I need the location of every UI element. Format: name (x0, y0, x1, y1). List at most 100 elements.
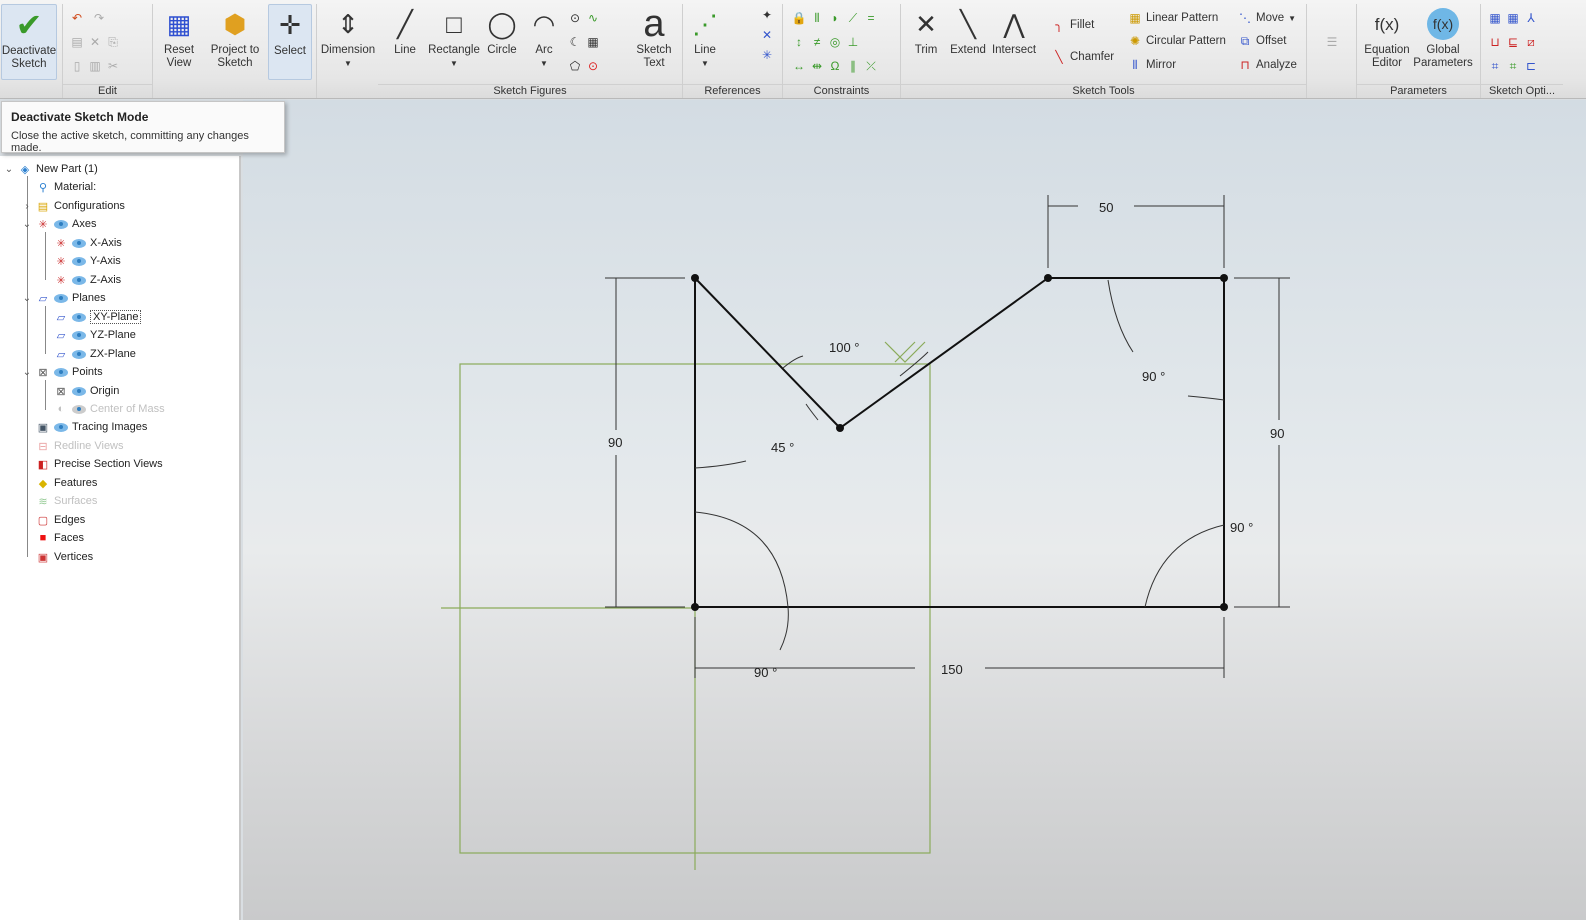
tree-node-edges[interactable]: ▢ Edges (36, 511, 85, 529)
symmetric-icon[interactable]: ⫴ (810, 11, 824, 25)
copy2-icon[interactable]: ▯ (70, 59, 84, 73)
visibility-eye-icon[interactable] (72, 404, 86, 414)
chevron-down-icon[interactable]: ⌄ (22, 219, 32, 230)
cut-icon[interactable]: ✂ (106, 59, 120, 73)
intersect-button[interactable]: ⋀ Intersect (990, 4, 1038, 80)
linear-pattern-button[interactable]: ▦ Linear Pattern (1128, 8, 1218, 28)
sketch-settings-button[interactable]: ☰ (1325, 32, 1339, 52)
copy-icon[interactable]: ⎘ (106, 35, 120, 49)
option-d-icon[interactable]: ⌗ (1488, 59, 1502, 73)
global-parameters-button[interactable]: f(x) Global Parameters (1413, 4, 1473, 80)
tree-node-center-of-mass[interactable]: ◐ Center of Mass (54, 400, 165, 418)
chamfer-button[interactable]: ╲ Chamfer (1052, 47, 1114, 67)
option-a-icon[interactable]: ⊔ (1488, 35, 1502, 49)
visibility-eye-icon[interactable] (72, 312, 86, 322)
spline-icon[interactable]: ∿ (586, 11, 600, 25)
slot-icon[interactable]: ▦ (586, 35, 600, 49)
coincident-icon[interactable]: ⤫ (864, 59, 878, 73)
chevron-right-icon[interactable]: › (22, 201, 32, 212)
tree-node-x-axis[interactable]: ✳ X-Axis (54, 234, 121, 252)
tree-node-precise-section-views[interactable]: ◧ Precise Section Views (36, 455, 163, 473)
mirror-button[interactable]: ⫴ Mirror (1128, 55, 1176, 75)
tree-node-axes[interactable]: ⌄ ✳ Axes (22, 215, 97, 233)
visibility-eye-icon[interactable] (72, 330, 86, 340)
visibility-eye-icon[interactable] (72, 256, 86, 266)
tree-node-vertices[interactable]: ▣ Vertices (36, 548, 93, 566)
parallel-lines-icon[interactable]: ∥ (846, 59, 860, 73)
clipboard-icon[interactable]: ▥ (88, 59, 102, 73)
tree-node-zx-plane[interactable]: ▱ ZX-Plane (54, 345, 136, 363)
grid-option-icon[interactable]: ▦ (1488, 11, 1502, 25)
undo-button[interactable]: ↶ (70, 8, 84, 28)
tree-node-redline-views[interactable]: ⊟ Redline Views (36, 437, 123, 455)
parallel-icon[interactable]: ≠ (810, 35, 824, 49)
visibility-eye-icon[interactable] (54, 219, 68, 229)
project-to-sketch-button[interactable]: ⬢ Project to Sketch (207, 4, 263, 80)
concentric-icon[interactable]: ◎ (828, 35, 842, 49)
collinear-icon[interactable]: ⟋ (846, 11, 860, 25)
option-c-icon[interactable]: ⧄ (1524, 35, 1538, 49)
horizontal-icon[interactable]: ↔ (792, 59, 806, 73)
snap-grid-icon[interactable]: ▦ (1506, 11, 1520, 25)
circle-button[interactable]: ◯ Circle (482, 4, 522, 80)
sketch-text-button[interactable]: a Sketch Text (630, 4, 678, 80)
chevron-down-icon[interactable]: ⌄ (22, 293, 32, 304)
snap-icon[interactable]: ⅄ (1524, 11, 1538, 25)
visibility-eye-icon[interactable] (72, 238, 86, 248)
reset-view-button[interactable]: ▦ Reset View (155, 4, 203, 80)
visibility-eye-icon[interactable] (72, 349, 86, 359)
tree-node-faces[interactable]: ■ Faces (36, 529, 84, 547)
offset-button[interactable]: ⧉ Offset (1238, 31, 1287, 51)
option-e-icon[interactable]: ⌗ (1506, 59, 1520, 73)
fillet-button[interactable]: ╮ Fillet (1052, 15, 1094, 35)
ref-x-icon[interactable]: ✕ (760, 28, 774, 42)
vertical-icon[interactable]: ↕ (792, 35, 806, 49)
ellipse-arc-icon[interactable]: ☾ (568, 35, 582, 49)
equation-editor-button[interactable]: f(x) Equation Editor (1362, 4, 1412, 80)
redo-button[interactable]: ↷ (92, 8, 106, 28)
delete-icon[interactable]: ✕ (88, 35, 102, 49)
tree-node-configurations[interactable]: › ▤ Configurations (22, 197, 125, 215)
tree-node-origin[interactable]: ⊠ Origin (54, 382, 119, 400)
tree-node-root[interactable]: ⌄ ◈ New Part (1) (4, 160, 98, 178)
chevron-down-icon[interactable]: ⌄ (4, 164, 14, 175)
tree-node-material[interactable]: ⚲ Material: (36, 178, 96, 196)
polygon-icon[interactable]: ⬠ (568, 59, 582, 73)
tree-node-features[interactable]: ◆ Features (36, 474, 98, 492)
deactivate-sketch-button[interactable]: ✔ Deactivate Sketch (1, 4, 57, 80)
tree-node-z-axis[interactable]: ✳ Z-Axis (54, 271, 121, 289)
equal-icon[interactable]: = (864, 11, 878, 25)
sketch-canvas[interactable] (243, 100, 1586, 920)
visibility-eye-icon[interactable] (72, 386, 86, 396)
trim-button[interactable]: ✕ Trim (906, 4, 946, 80)
radius-icon[interactable]: Ω (828, 59, 842, 73)
tree-node-planes[interactable]: ⌄ ▱ Planes (22, 289, 106, 307)
option-f-icon[interactable]: ⊏ (1524, 59, 1538, 73)
tree-node-surfaces[interactable]: ≋ Surfaces (36, 492, 97, 510)
ref-cross-icon[interactable]: ✳ (760, 48, 774, 62)
chevron-down-icon[interactable]: ⌄ (22, 367, 32, 378)
reference-line-button[interactable]: ⋰ Line ▼ (685, 4, 725, 80)
extend-button[interactable]: ╲ Extend (948, 4, 988, 80)
arc-button[interactable]: ◠ Arc ▼ (525, 4, 563, 80)
tree-node-tracing-images[interactable]: ▣ Tracing Images (36, 418, 148, 436)
visibility-eye-icon[interactable] (54, 422, 68, 432)
visibility-eye-icon[interactable] (72, 275, 86, 285)
tree-node-xy-plane[interactable]: ▱ XY-Plane (54, 308, 142, 326)
line-button[interactable]: ╱ Line (385, 4, 425, 80)
center-circle-icon[interactable]: ⊙ (586, 59, 600, 73)
point-icon[interactable]: ⊙ (568, 11, 582, 25)
midpoint-icon[interactable]: ⇹ (810, 59, 824, 73)
analyze-button[interactable]: ⊓ Analyze (1238, 55, 1297, 75)
move-button[interactable]: ⋱ Move ▼ (1238, 8, 1296, 28)
option-b-icon[interactable]: ⊑ (1506, 35, 1520, 49)
tree-node-points[interactable]: ⌄ ⊠ Points (22, 363, 103, 381)
circular-pattern-button[interactable]: ✺ Circular Pattern (1128, 31, 1226, 51)
visibility-eye-icon[interactable] (54, 293, 68, 303)
rectangle-button[interactable]: □ Rectangle ▼ (428, 4, 480, 80)
lock-icon[interactable]: 🔒 (792, 11, 807, 25)
perpendicular-icon[interactable]: ⊥ (846, 35, 860, 49)
dimension-button[interactable]: ⇕ Dimension ▼ (320, 4, 376, 80)
ref-point-icon[interactable]: ✦ (760, 8, 774, 22)
tangent-icon[interactable]: ◗ (828, 11, 842, 25)
